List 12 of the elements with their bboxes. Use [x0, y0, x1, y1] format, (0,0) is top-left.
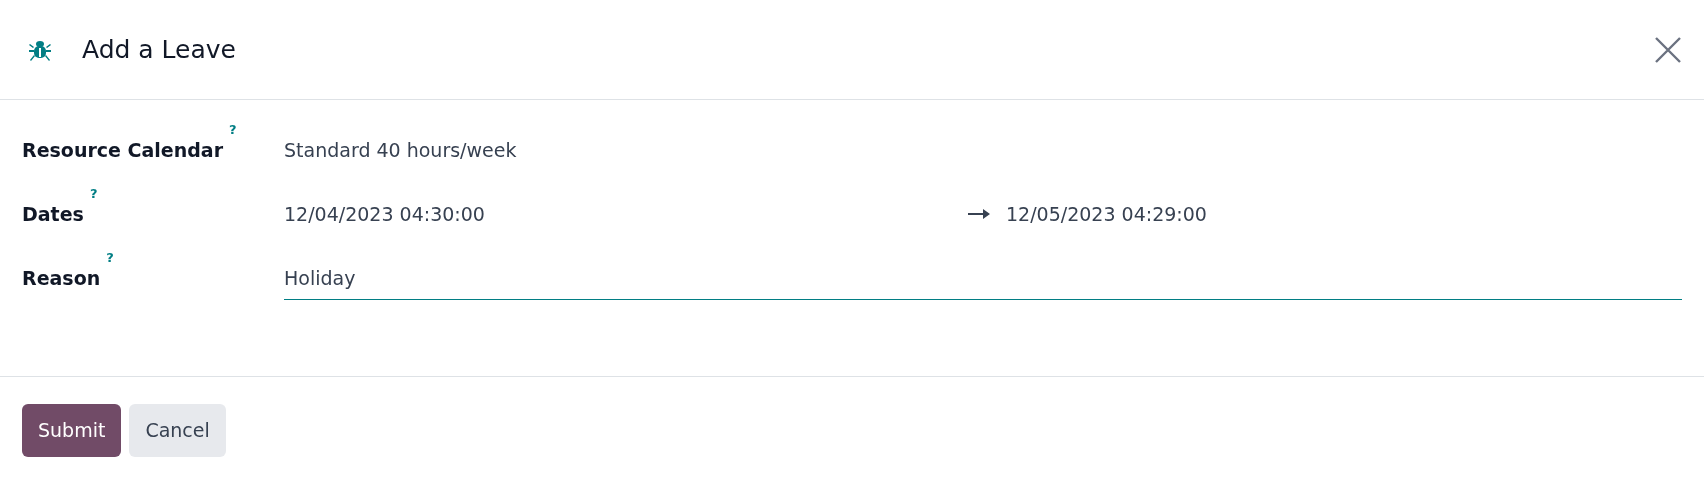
close-icon[interactable]	[1654, 35, 1682, 64]
dialog-title: Add a Leave	[82, 34, 236, 65]
field-label: Reason	[22, 266, 101, 291]
date-value[interactable]: 12/05/2023 04:29:00	[1006, 200, 1207, 229]
date-value[interactable]: 12/04/2023 04:30:00	[284, 203, 485, 225]
arrow-icon	[968, 208, 990, 221]
field-value: Standard 40 hours/week	[284, 138, 517, 163]
cancel-button[interactable]: Cancel	[129, 404, 226, 457]
reason-input[interactable]: Holiday	[284, 264, 1682, 300]
field-label: Dates	[22, 202, 84, 227]
submit-button[interactable]: Submit	[22, 404, 122, 457]
field-label: Resource Calendar	[22, 138, 224, 163]
